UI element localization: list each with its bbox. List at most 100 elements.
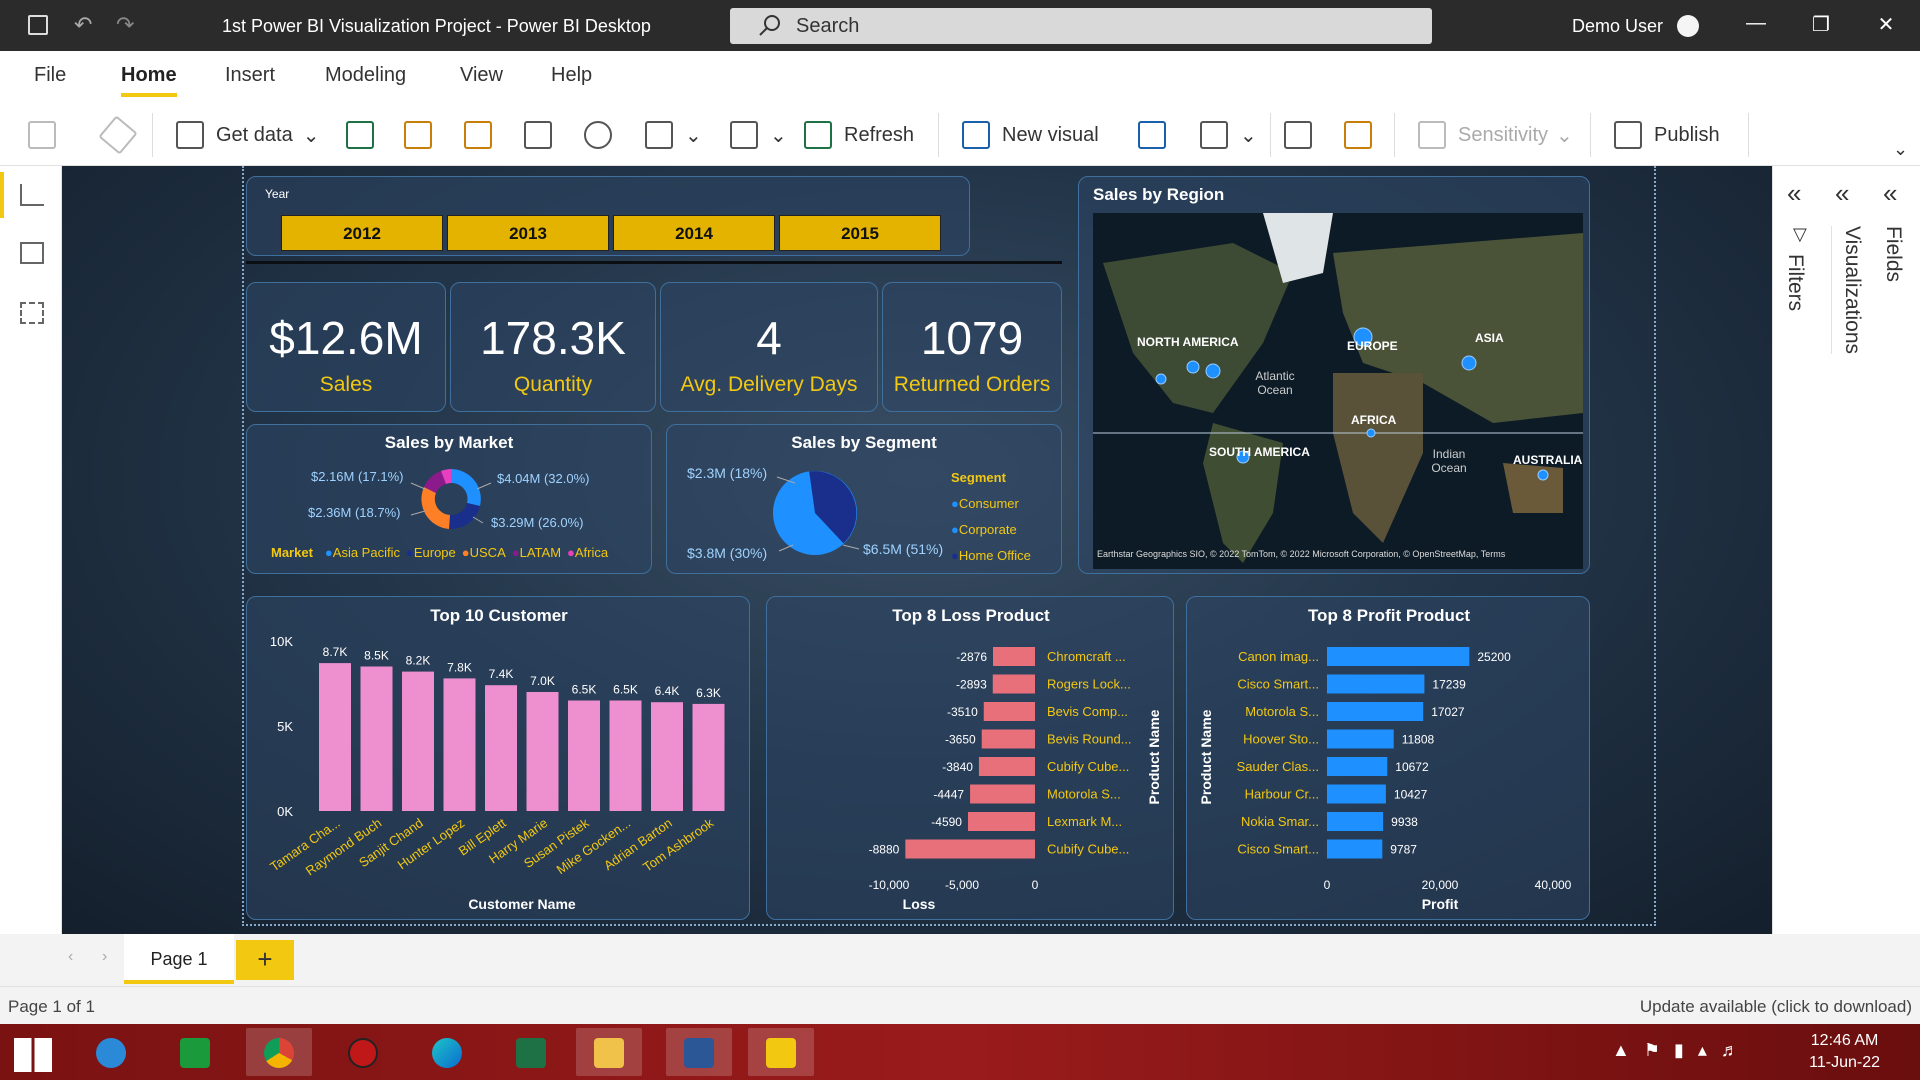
fields-pane-tab[interactable]: Fields: [1881, 226, 1905, 282]
kpi-card-returned-orders[interactable]: 1079 Returned Orders: [882, 282, 1062, 412]
excel-button[interactable]: [346, 117, 386, 153]
bar-customer[interactable]: [485, 685, 517, 811]
start-button[interactable]: [0, 1028, 66, 1076]
page-tab-1[interactable]: Page 1: [124, 934, 234, 984]
redo-icon[interactable]: ↷: [116, 12, 134, 38]
taskbar-word[interactable]: [666, 1028, 732, 1076]
top-profit-product-chart[interactable]: Top 8 Profit Product 0 20,000 40,000 25200 Ca…: [1186, 596, 1590, 920]
menu-file[interactable]: File: [34, 64, 66, 87]
filters-pane-tab[interactable]: Filters: [1783, 254, 1807, 311]
bar-profit[interactable]: [1327, 784, 1386, 804]
bar-loss[interactable]: [978, 757, 1035, 776]
legend-item-corporate[interactable]: ●Corporate: [951, 517, 1031, 543]
bar-loss[interactable]: [967, 812, 1035, 831]
get-data-button[interactable]: Get data ⌄: [176, 117, 319, 153]
dataverse-button[interactable]: [584, 117, 624, 153]
legend-item-asia-pacific[interactable]: ●Asia Pacific: [325, 545, 400, 560]
taskbar-excel[interactable]: [498, 1028, 564, 1076]
publish-button[interactable]: Publish: [1614, 117, 1720, 153]
map-bubble[interactable]: [1366, 428, 1376, 438]
clock[interactable]: 12:46 AM 11-Jun-22: [1809, 1030, 1880, 1074]
menu-help[interactable]: Help: [551, 64, 592, 87]
ribbon-collapse-icon[interactable]: ⌄: [1893, 139, 1908, 160]
bar-loss[interactable]: [983, 702, 1035, 721]
legend-item-usca[interactable]: ●USCA: [462, 545, 506, 560]
avatar[interactable]: [1677, 15, 1699, 37]
menu-home[interactable]: Home: [121, 64, 177, 97]
transform-data-button[interactable]: ⌄: [730, 117, 787, 153]
year-button-2012[interactable]: 2012: [281, 215, 443, 251]
visualizations-collapse-icon[interactable]: «: [1835, 178, 1849, 209]
quick-measure-button[interactable]: [1344, 117, 1384, 153]
prev-page-icon[interactable]: ‹: [68, 948, 73, 966]
bar-profit[interactable]: [1327, 757, 1388, 776]
taskbar-ie[interactable]: [78, 1028, 144, 1076]
more-visuals-button[interactable]: ⌄: [1200, 117, 1257, 153]
bar-profit[interactable]: [1327, 674, 1425, 694]
visualizations-pane-tab[interactable]: Visualizations: [1831, 226, 1864, 355]
text-box-button[interactable]: [1138, 117, 1178, 153]
restore-icon[interactable]: ❐: [1803, 12, 1839, 40]
save-icon[interactable]: [28, 15, 48, 35]
map-bubble[interactable]: [1155, 373, 1167, 385]
data-view-icon[interactable]: [20, 242, 44, 264]
map-bubble[interactable]: [1461, 355, 1477, 371]
bar-customer[interactable]: [526, 692, 559, 811]
menu-insert[interactable]: Insert: [225, 64, 275, 87]
sales-by-region-map[interactable]: Sales by Region NORTH AMERICA EUROPE ASI…: [1078, 176, 1590, 574]
bar-customer[interactable]: [692, 703, 725, 811]
search-input[interactable]: Search: [730, 8, 1432, 44]
year-button-2013[interactable]: 2013: [447, 215, 609, 251]
sql-server-button[interactable]: [464, 117, 504, 153]
undo-icon[interactable]: ↶: [74, 12, 92, 38]
bar-loss[interactable]: [993, 647, 1035, 666]
menu-modeling[interactable]: Modeling: [325, 64, 406, 87]
taskbar-file-explorer[interactable]: [576, 1028, 642, 1076]
donut-slice-asia-pacific[interactable]: [451, 469, 481, 506]
taskbar-chrome[interactable]: [246, 1028, 312, 1076]
sales-by-market-chart[interactable]: Sales by Market $2.16M (17.1%) $2.36M (1…: [246, 424, 652, 574]
minimize-icon[interactable]: —: [1738, 12, 1774, 40]
bar-profit[interactable]: [1327, 647, 1470, 666]
taskbar-app[interactable]: [330, 1028, 396, 1076]
paste-button[interactable]: [28, 117, 68, 153]
bar-customer[interactable]: [609, 700, 642, 812]
bar-profit[interactable]: [1327, 839, 1383, 859]
year-button-2015[interactable]: 2015: [779, 215, 941, 251]
bar-customer[interactable]: [568, 700, 600, 812]
update-notice[interactable]: Update available (click to download): [1640, 997, 1912, 1017]
bar-customer[interactable]: [360, 666, 393, 812]
map-bubble[interactable]: [1205, 363, 1221, 379]
taskbar-store[interactable]: [162, 1028, 228, 1076]
kpi-card-avg-delivery[interactable]: 4 Avg. Delivery Days: [660, 282, 878, 412]
map-bubble[interactable]: [1186, 360, 1200, 374]
next-page-icon[interactable]: ›: [102, 948, 107, 966]
new-visual-button[interactable]: New visual: [962, 117, 1099, 153]
bar-loss[interactable]: [970, 784, 1035, 804]
data-hub-button[interactable]: [404, 117, 444, 153]
bar-profit[interactable]: [1327, 702, 1424, 721]
bar-customer[interactable]: [443, 678, 476, 811]
fields-collapse-icon[interactable]: «: [1883, 178, 1897, 209]
map-attribution[interactable]: Earthstar Geographics SIO, © 2022 TomTom…: [1097, 549, 1505, 559]
taskbar-power-bi[interactable]: [748, 1028, 814, 1076]
bar-profit[interactable]: [1327, 729, 1394, 749]
menu-view[interactable]: View: [460, 64, 503, 87]
top-loss-product-chart[interactable]: Top 8 Loss Product -10,000 -5,000 0 -2876 Chr…: [766, 596, 1174, 920]
add-page-button[interactable]: +: [236, 940, 294, 980]
bar-customer[interactable]: [319, 663, 351, 811]
legend-item-latam[interactable]: ●LATAM: [512, 545, 561, 560]
recent-sources-button[interactable]: ⌄: [645, 117, 702, 153]
legend-item-home-office[interactable]: ●Home Office: [951, 543, 1031, 569]
bar-loss[interactable]: [992, 674, 1035, 694]
donut-slice-europe[interactable]: [449, 503, 480, 530]
close-icon[interactable]: ✕: [1868, 12, 1904, 40]
bar-loss[interactable]: [981, 729, 1035, 749]
format-painter-button[interactable]: [98, 115, 144, 155]
kpi-card-quantity[interactable]: 178.3K Quantity: [450, 282, 656, 412]
bar-loss[interactable]: [905, 839, 1035, 859]
report-view-icon[interactable]: [20, 184, 44, 206]
user-name[interactable]: Demo User: [1572, 16, 1663, 37]
map-bubble[interactable]: [1537, 469, 1549, 481]
refresh-button[interactable]: Refresh: [804, 117, 914, 153]
